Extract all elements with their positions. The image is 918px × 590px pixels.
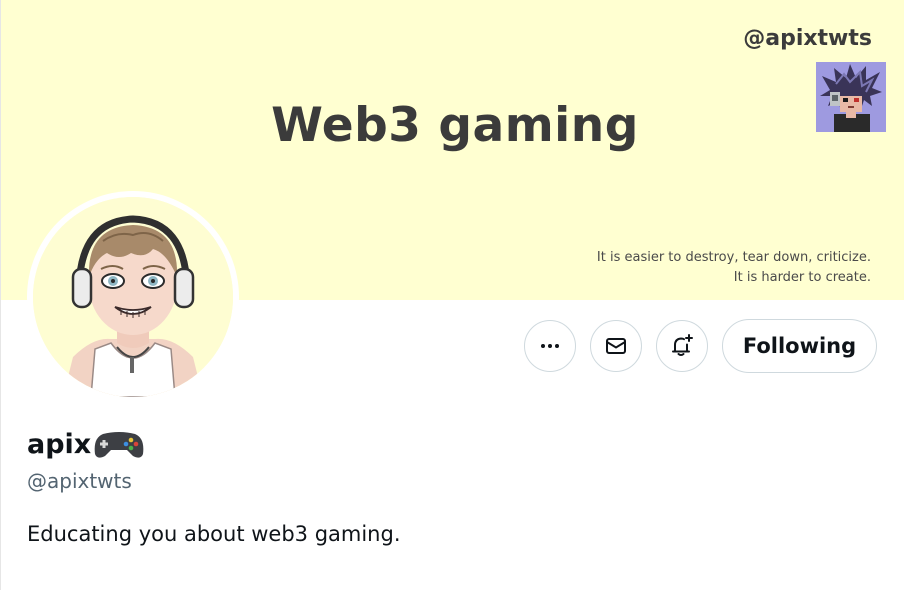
more-horizontal-icon bbox=[541, 344, 559, 348]
gamepad-icon bbox=[93, 430, 145, 460]
profile-avatar[interactable] bbox=[27, 191, 239, 403]
pixel-character-icon bbox=[816, 62, 886, 132]
following-button[interactable]: Following bbox=[722, 319, 877, 373]
display-name: apix bbox=[27, 429, 145, 460]
banner-pixel-avatar bbox=[816, 62, 886, 132]
display-name-text: apix bbox=[27, 429, 92, 460]
envelope-icon bbox=[606, 338, 626, 354]
profile-page: @apixtwts Web3 gaming It is easier to de… bbox=[0, 0, 918, 590]
more-button[interactable] bbox=[524, 320, 576, 372]
profile-bio: Educating you about web3 gaming. bbox=[27, 522, 401, 546]
banner-quote-line-2: It is harder to create. bbox=[733, 270, 871, 285]
banner-title: Web3 gaming bbox=[271, 98, 639, 153]
banner-quote-line-1: It is easier to destroy, tear down, crit… bbox=[596, 250, 871, 265]
bell-plus-icon bbox=[672, 334, 693, 356]
anime-avatar-icon bbox=[33, 197, 233, 397]
message-button[interactable] bbox=[590, 320, 642, 372]
avatar-image bbox=[33, 197, 233, 397]
profile-handle: @apixtwts bbox=[27, 469, 132, 493]
banner-handle: @apixtwts bbox=[743, 26, 872, 51]
banner-quote: It is easier to destroy, tear down, crit… bbox=[597, 248, 871, 288]
notifications-button[interactable] bbox=[656, 320, 708, 372]
